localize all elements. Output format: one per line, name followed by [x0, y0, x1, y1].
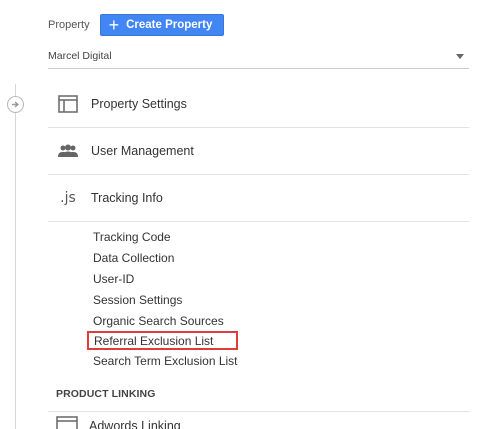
menu-item-tracking-code[interactable]: Tracking Code [93, 226, 238, 247]
property-select-value: Marcel Digital [48, 50, 112, 62]
create-property-button[interactable]: + Create Property [99, 14, 225, 36]
section-tracking-info[interactable]: .js Tracking Info [48, 175, 469, 222]
adwords-icon [56, 415, 78, 429]
plus-icon: + [108, 15, 120, 35]
tracking-info-submenu: Tracking Code Data Collection User-ID Se… [87, 226, 238, 371]
chevron-down-icon [456, 54, 464, 59]
property-header: Property + Create Property [48, 14, 225, 36]
create-property-label: Create Property [126, 19, 213, 31]
menu-item-search-term-exclusion-list[interactable]: Search Term Exclusion List [93, 350, 238, 371]
property-label: Property [48, 19, 90, 31]
section-label: Tracking Info [91, 191, 163, 205]
layout-icon [48, 95, 88, 113]
section-adwords-linking[interactable]: Adwords Linking [56, 415, 181, 429]
section-label: Property Settings [91, 97, 187, 111]
section-user-management[interactable]: User Management [48, 128, 469, 175]
section-property-settings[interactable]: Property Settings [48, 81, 469, 128]
js-icon: .js [60, 190, 76, 206]
divider [48, 411, 469, 412]
menu-item-data-collection[interactable]: Data Collection [93, 247, 238, 268]
menu-item-referral-exclusion-list[interactable]: Referral Exclusion List [87, 331, 238, 350]
timeline-arrow-icon[interactable] [7, 96, 24, 113]
timeline-line [15, 84, 16, 429]
property-select[interactable]: Marcel Digital [48, 46, 469, 69]
section-label: User Management [91, 144, 194, 158]
menu-item-session-settings[interactable]: Session Settings [93, 289, 238, 310]
product-linking-heading: PRODUCT LINKING [56, 388, 156, 400]
people-icon [48, 144, 88, 158]
menu-item-organic-search-sources[interactable]: Organic Search Sources [93, 310, 238, 331]
section-label: Adwords Linking [89, 419, 181, 429]
menu-item-user-id[interactable]: User-ID [93, 268, 238, 289]
